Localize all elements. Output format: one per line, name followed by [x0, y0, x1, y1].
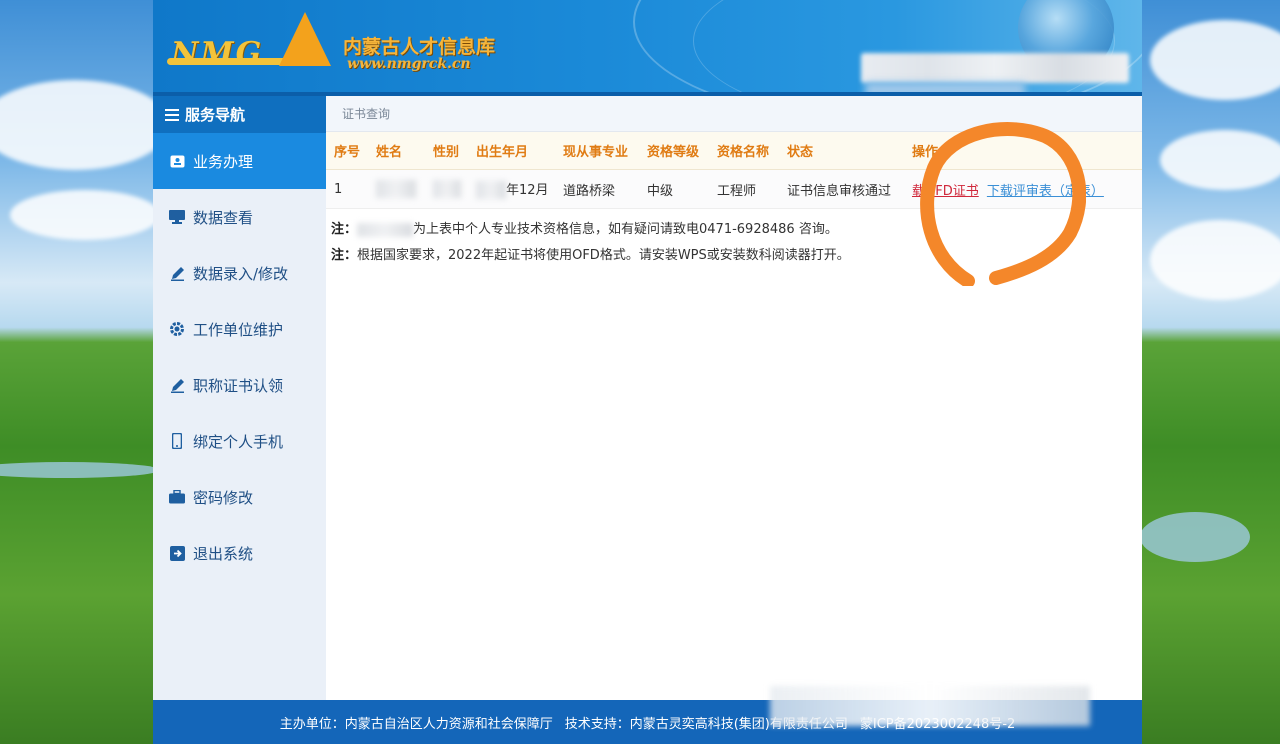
logo-site-url: www.nmgrck.cn	[347, 56, 471, 72]
background-river	[0, 462, 160, 478]
sidebar-nav: 服务导航 业务办理 数据查看 数据录入/修改 工作单位维护 职称证书认领 绑定个…	[153, 96, 326, 700]
main-content: 证书查询 序号 姓名 性别 出生年月 现从事专业 资格等级 资格名称 状态 操作	[326, 96, 1142, 700]
cell-status: 证书信息审核通过	[779, 169, 904, 209]
gear-icon	[169, 321, 185, 337]
pencil-icon	[169, 265, 185, 281]
watermark-redacted	[770, 686, 1090, 726]
redacted-block	[476, 181, 506, 200]
redacted-block	[433, 180, 461, 198]
note-prefix: 注：	[331, 222, 358, 237]
sidebar-item-business[interactable]: 业务办理	[153, 133, 326, 189]
download-review-form-link[interactable]: 下载评审表（定表）	[987, 184, 1104, 199]
redacted-block	[357, 222, 414, 237]
note-line: 注： 为上表中个人专业技术资格信息，如有疑问请致电0471-6928486 咨询。	[331, 217, 1142, 243]
pencil-icon	[169, 377, 185, 393]
id-card-icon	[169, 153, 185, 169]
cell-actions: 载OFD证书 下载评审表（定表）	[904, 169, 1142, 209]
sidebar-item-logout[interactable]: 退出系统	[153, 525, 326, 581]
background-cloud	[1150, 220, 1280, 300]
sidebar-item-label: 业务办理	[193, 152, 254, 171]
sidebar-item-bind-phone[interactable]: 绑定个人手机	[153, 413, 326, 469]
sidebar-item-label: 职称证书认领	[193, 376, 284, 395]
cell-index: 1	[326, 169, 368, 209]
footer-host: 主办单位：内蒙古自治区人力资源和社会保障厅	[279, 716, 553, 732]
notes-section: 注： 为上表中个人专业技术资格信息，如有疑问请致电0471-6928486 咨询。…	[326, 209, 1142, 269]
certificate-table: 序号 姓名 性别 出生年月 现从事专业 资格等级 资格名称 状态 操作 1 年1…	[326, 132, 1142, 209]
table-header-row: 序号 姓名 性别 出生年月 现从事专业 资格等级 资格名称 状态 操作	[326, 132, 1142, 170]
table-header-cell: 资格等级	[639, 132, 709, 170]
page-container: NMG 内蒙古人才信息库 www.nmgrck.cn 服务导航 业务办理 数据查…	[153, 0, 1142, 744]
table-header-cell: 现从事专业	[555, 132, 639, 170]
site-logo[interactable]: NMG 内蒙古人才信息库 www.nmgrck.cn	[167, 10, 497, 76]
cell-birth: 年12月	[468, 169, 555, 209]
sidebar-item-label: 密码修改	[193, 488, 254, 507]
table-header-cell: 资格名称	[709, 132, 779, 170]
background-cloud	[0, 80, 170, 170]
table-row: 1 年12月 道路桥梁 中级 工程师 证书信息审核通过 载OFD证书 下载评审表…	[326, 169, 1142, 209]
sidebar-item-label: 数据录入/修改	[193, 264, 289, 283]
table-header-cell: 姓名	[368, 132, 425, 170]
note-prefix: 注：	[331, 248, 358, 263]
note-line: 注：根据国家要求，2022年起证书将使用OFD格式。请安装WPS或安装数科阅读器…	[331, 243, 1142, 269]
background-river	[1140, 512, 1250, 562]
logo-site-name: 内蒙古人才信息库	[343, 36, 496, 58]
background-cloud	[1160, 130, 1280, 190]
download-ofd-certificate-link[interactable]: 载OFD证书	[912, 184, 979, 199]
briefcase-icon	[169, 489, 185, 505]
redacted-block	[376, 180, 416, 198]
table-header-cell: 序号	[326, 132, 368, 170]
sidebar-item-password[interactable]: 密码修改	[153, 469, 326, 525]
logout-icon	[169, 545, 185, 561]
logo-mark-text: NMG	[171, 36, 264, 71]
cell-birth-text: 年12月	[506, 182, 549, 198]
table-header-cell: 性别	[425, 132, 468, 170]
cell-major: 道路桥梁	[555, 169, 639, 209]
note-text: 为上表中个人专业技术资格信息，如有疑问请致电0471-6928486 咨询。	[413, 222, 838, 237]
note-text: 根据国家要求，2022年起证书将使用OFD格式。请安装WPS或安装数科阅读器打开…	[357, 248, 850, 263]
sidebar-title: 服务导航	[153, 96, 326, 133]
table-header-cell: 状态	[779, 132, 904, 170]
sidebar-item-certificate-claim[interactable]: 职称证书认领	[153, 357, 326, 413]
menu-icon	[165, 106, 179, 124]
user-info-redacted	[861, 53, 1129, 83]
sidebar-item-label: 退出系统	[193, 544, 254, 563]
monitor-icon	[169, 209, 185, 225]
cell-name-redacted	[368, 169, 425, 209]
background-cloud	[10, 190, 160, 240]
background-cloud	[1150, 20, 1280, 100]
sidebar-item-label: 数据查看	[193, 208, 254, 227]
breadcrumb: 证书查询	[326, 96, 1142, 132]
table-header-cell: 出生年月	[468, 132, 555, 170]
sidebar-item-label: 工作单位维护	[193, 320, 284, 339]
site-header: NMG 内蒙古人才信息库 www.nmgrck.cn	[153, 0, 1142, 96]
cell-title: 工程师	[709, 169, 779, 209]
cell-gender-redacted	[425, 169, 468, 209]
cell-level: 中级	[639, 169, 709, 209]
sidebar-title-label: 服务导航	[185, 106, 246, 124]
sidebar-item-data-entry[interactable]: 数据录入/修改	[153, 245, 326, 301]
sidebar-item-label: 绑定个人手机	[193, 432, 284, 451]
mobile-icon	[169, 433, 185, 449]
logo-triangle-icon	[279, 12, 331, 66]
table-header-cell: 操作	[904, 132, 1142, 170]
sidebar-item-data-view[interactable]: 数据查看	[153, 189, 326, 245]
breadcrumb-current: 证书查询	[342, 107, 391, 121]
sidebar-item-employer[interactable]: 工作单位维护	[153, 301, 326, 357]
